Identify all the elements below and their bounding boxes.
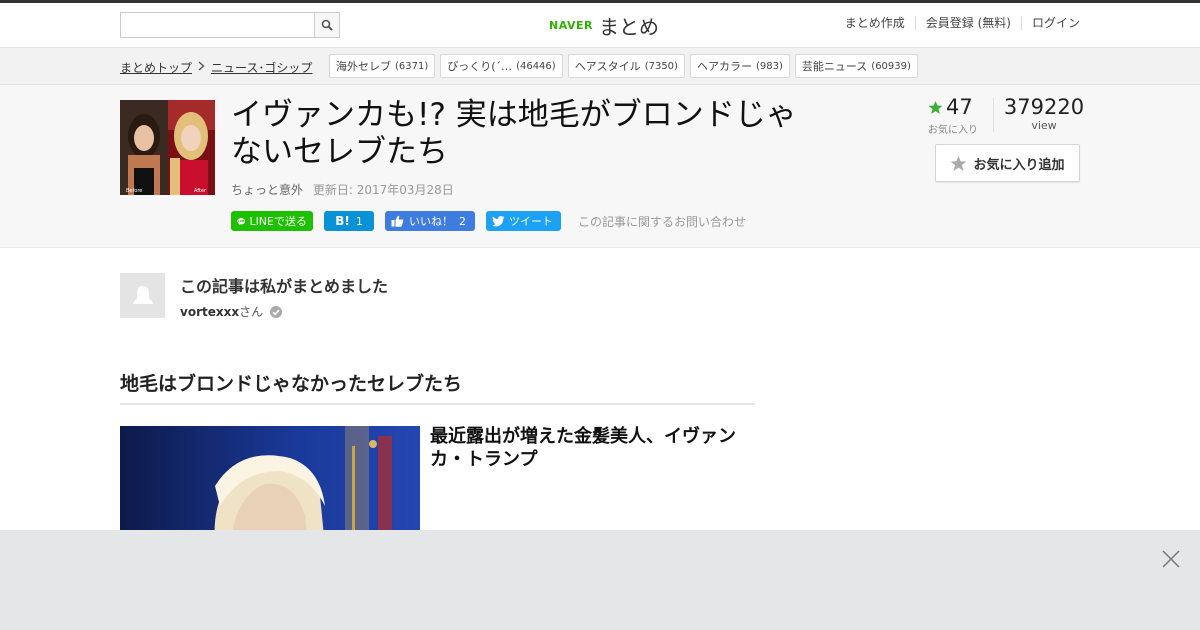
section-heading: 地毛はブロンドじゃなかったセレブたち bbox=[120, 369, 755, 405]
ivanka-photo[interactable] bbox=[120, 426, 420, 546]
tag-kaigai-celeb[interactable]: 海外セレブ (6371) bbox=[329, 54, 436, 78]
breadcrumb: まとめトップ ニュース･ゴシップ bbox=[120, 59, 312, 76]
default-user-icon bbox=[132, 285, 153, 304]
top-nav: まとめ作成 会員登録 (無料) ログイン bbox=[835, 16, 1080, 30]
tag-count: (6371) bbox=[395, 60, 429, 72]
tag-label: びっくり(´… bbox=[447, 60, 513, 73]
tag-count: (60939) bbox=[871, 60, 911, 72]
tweet-label: ツイート bbox=[509, 215, 553, 228]
tag-label: ヘアカラー bbox=[696, 60, 752, 73]
twitter-bird-icon bbox=[492, 215, 505, 226]
logo-naver-text: NAVER bbox=[549, 18, 593, 32]
tag-count: (983) bbox=[755, 60, 783, 72]
search-box bbox=[120, 12, 340, 38]
favorites-counter: 47 お気に入り bbox=[928, 95, 978, 136]
bottom-ad-overlay bbox=[0, 530, 1200, 630]
author-heading: この記事は私がまとめました bbox=[180, 277, 389, 296]
thumbs-up-icon bbox=[391, 215, 404, 227]
article-updated-date: 更新日: 2017年03月28日 bbox=[312, 183, 454, 197]
logo-matome-text: まとめ bbox=[598, 14, 659, 39]
view-label: view bbox=[1031, 119, 1057, 132]
author-info: vortexxx さん bbox=[180, 303, 283, 320]
nav-login[interactable]: ログイン bbox=[1020, 16, 1080, 30]
tweet-button[interactable]: ツイート bbox=[486, 211, 561, 231]
share-bar: LINE LINEで送る B! 1 いいね！ 2 ツイート この記事に関するお問… bbox=[231, 211, 746, 231]
hatena-b-icon: B! bbox=[335, 214, 350, 228]
tag-hairstyle[interactable]: ヘアスタイル (7350) bbox=[567, 54, 685, 78]
naver-matome-logo[interactable]: NAVER まとめ bbox=[549, 11, 659, 39]
breadcrumb-bar: まとめトップ ニュース･ゴシップ 海外セレブ (6371) びっくり(´… (464… bbox=[0, 48, 1200, 85]
author-avatar[interactable] bbox=[120, 273, 165, 318]
site-header: NAVER まとめ まとめ作成 会員登録 (無料) ログイン bbox=[0, 3, 1200, 48]
add-favorite-button[interactable]: お気に入り追加 bbox=[935, 144, 1080, 182]
hatena-count: 1 bbox=[355, 214, 363, 228]
line-icon: LINE bbox=[237, 217, 246, 225]
facebook-like-count: 2 bbox=[459, 214, 466, 228]
favorites-count: 47 bbox=[946, 95, 973, 119]
tag-bikkuri[interactable]: びっくり(´… (46446) bbox=[440, 54, 563, 78]
breadcrumb-news-gossip[interactable]: ニュース･ゴシップ bbox=[211, 59, 312, 76]
tag-list: 海外セレブ (6371) びっくり(´… (46446) ヘアスタイル (7350) … bbox=[329, 54, 918, 78]
tag-count: (46446) bbox=[516, 60, 556, 72]
tag-count: (7350) bbox=[644, 60, 678, 72]
line-share-label: LINEで送る bbox=[249, 215, 307, 228]
view-counter: 379220 view bbox=[1000, 95, 1088, 132]
star-outline-icon bbox=[951, 155, 967, 171]
tag-haircolor[interactable]: ヘアカラー (983) bbox=[689, 54, 790, 78]
article-contact-link[interactable]: この記事に関するお問い合わせ bbox=[578, 213, 746, 230]
article-title-line1: イヴァンカも!? 実は地毛がブロンドじゃ bbox=[231, 97, 797, 133]
article-title-line2: ないセレブたち bbox=[231, 134, 448, 170]
facebook-like-label: いいね！ bbox=[409, 215, 453, 228]
svg-text:LINE: LINE bbox=[238, 220, 244, 223]
counter-divider bbox=[993, 98, 994, 132]
thumb-before-label: Before bbox=[126, 188, 142, 194]
tag-label: 芸能ニュース bbox=[801, 60, 868, 73]
chevron-right-icon bbox=[198, 61, 205, 74]
view-count: 379220 bbox=[1003, 95, 1085, 119]
tag-geino-news[interactable]: 芸能ニュース (60939) bbox=[794, 54, 918, 78]
nav-create-matome[interactable]: まとめ作成 bbox=[835, 16, 915, 30]
article-category: ちょっと意外 bbox=[231, 183, 304, 197]
breadcrumb-matome-top[interactable]: まとめトップ bbox=[120, 59, 192, 76]
star-icon bbox=[928, 100, 943, 114]
article-header: Before After イヴァンカも!? 実は地毛がブロンドじゃ ないセレブた… bbox=[0, 85, 1200, 248]
line-share-button[interactable]: LINE LINEで送る bbox=[231, 211, 313, 231]
tag-label: ヘアスタイル bbox=[574, 60, 641, 73]
author-suffix: さん bbox=[239, 305, 264, 319]
hatena-bookmark-button[interactable]: B! 1 bbox=[324, 211, 374, 231]
overlay-close-button[interactable] bbox=[1160, 548, 1182, 570]
verified-check-icon bbox=[270, 305, 283, 318]
search-input[interactable] bbox=[121, 13, 315, 37]
facebook-like-button[interactable]: いいね！ 2 bbox=[385, 211, 475, 231]
article-title: イヴァンカも!? 実は地毛がブロンドじゃ ないセレブたち bbox=[231, 97, 851, 171]
thumb-after-label: After bbox=[194, 188, 207, 194]
author-name[interactable]: vortexxx bbox=[180, 305, 239, 319]
add-favorite-label: お気に入り追加 bbox=[973, 157, 1065, 173]
nav-register[interactable]: 会員登録 (無料) bbox=[914, 16, 1021, 30]
search-icon bbox=[321, 19, 333, 31]
tag-label: 海外セレブ bbox=[336, 60, 391, 73]
search-button[interactable] bbox=[314, 13, 339, 37]
article-thumbnail[interactable]: Before After bbox=[120, 100, 215, 195]
favorites-label: お気に入り bbox=[928, 125, 978, 136]
article-meta: ちょっと意外 更新日: 2017年03月28日 bbox=[231, 181, 454, 198]
item-title: 最近露出が増えた金髪美人、イヴァンカ・トランプ bbox=[430, 426, 736, 470]
close-icon bbox=[1162, 550, 1180, 568]
